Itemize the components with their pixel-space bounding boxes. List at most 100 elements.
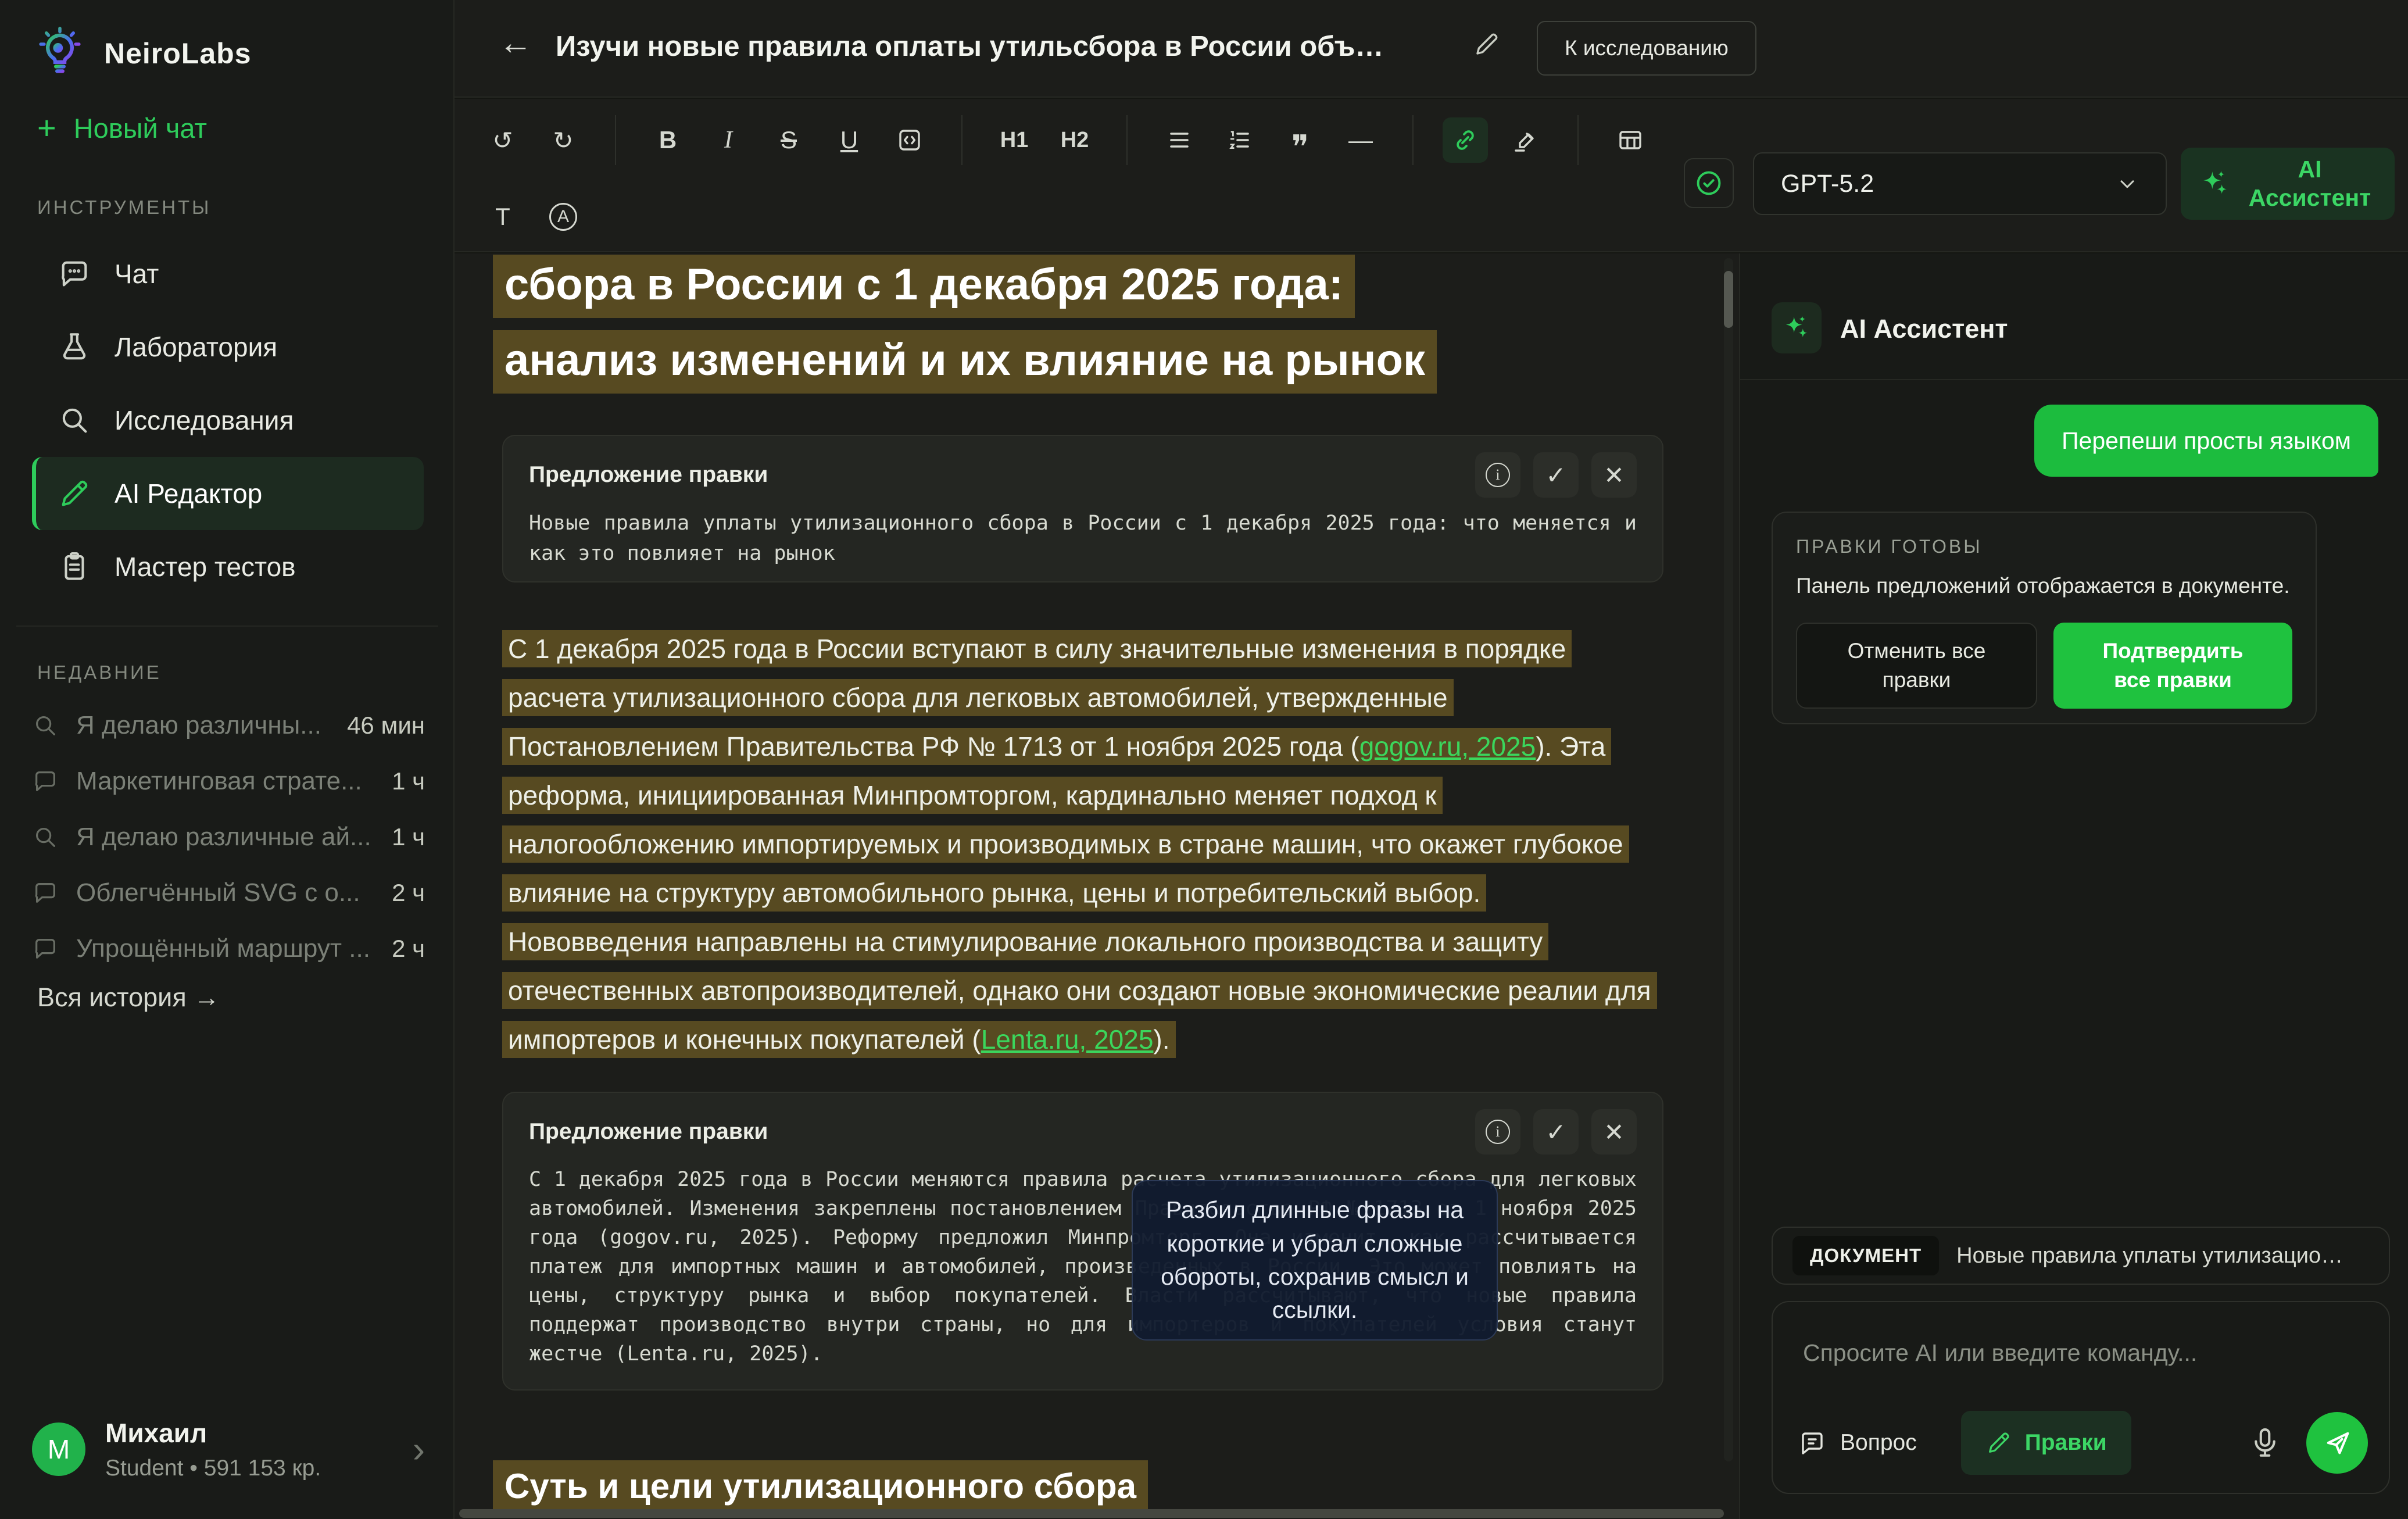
highlighter-button[interactable] [1503,117,1548,163]
sidebar-divider [16,626,438,627]
clipboard-icon [58,550,91,584]
recent-item[interactable]: Я делаю различные ай... 1 ч [32,809,425,865]
all-history-link[interactable]: Вся история → [37,982,220,1013]
spellcheck-toggle-button[interactable] [1684,158,1734,208]
document-h1-line2: анализ изменений и их влияние на рынок [493,330,1437,394]
horizontal-rule-button[interactable]: — [1338,117,1383,163]
cancel-all-edits-button[interactable]: Отменить все правки [1796,623,2037,709]
code-block-button[interactable] [887,117,932,163]
brand-name: NeiroLabs [104,37,252,70]
accept-suggestion-button[interactable]: ✓ [1533,452,1579,498]
document-context-row[interactable]: ДОКУМЕНТ Новые правила уплаты утилизацио… [1772,1227,2390,1285]
brand: NeiroLabs [32,26,252,81]
lightbulb-logo-icon [32,26,88,81]
back-button[interactable]: ← [499,23,532,62]
suggestion-tooltip: Разбил длинные фразы на короткие и убрал… [1132,1180,1498,1341]
recent-item-time: 2 ч [392,879,425,907]
reject-suggestion-button[interactable]: ✕ [1591,452,1637,498]
recent-item[interactable]: Маркетинговая страте... 1 ч [32,753,425,809]
user-profile[interactable]: M Михаил Student • 591 153 кр. › [32,1417,425,1481]
edits-mode-button[interactable]: Правки [1961,1411,2131,1475]
sparkles-icon [1772,302,1822,353]
reject-suggestion-button[interactable]: ✕ [1591,1109,1637,1155]
chat-icon [58,257,91,291]
info-button[interactable]: i [1475,452,1520,498]
strikethrough-button[interactable]: S [766,117,811,163]
sidebar-item-label: Лаборатория [115,331,277,363]
recent-item-time: 2 ч [392,935,425,963]
circled-a-button[interactable]: A [541,194,586,240]
recent-section-label: НЕДАВНИЕ [37,662,162,684]
redo-button[interactable]: ↻ [541,117,586,163]
sidebar-item-ai-editor[interactable]: AI Редактор [32,457,424,530]
suggestion-text: Новые правила уплаты утилизационного сбо… [529,508,1637,569]
tools-nav: Чат Лаборатория Исследования [32,237,424,603]
document-context-title: Новые правила уплаты утилизацио… [1956,1243,2343,1268]
ordered-list-button[interactable] [1217,117,1262,163]
to-research-button[interactable]: К исследованию [1537,21,1756,76]
undo-button[interactable]: ↺ [480,117,525,163]
accept-suggestion-button[interactable]: ✓ [1533,1109,1579,1155]
toolbar-divider [1412,115,1414,165]
blockquote-button[interactable]: ❞ [1278,117,1323,163]
model-select[interactable]: GPT-5.2 [1753,152,2167,215]
user-name: Михаил [105,1417,321,1449]
editor-toolbar: ↺ ↻ B I S U H1 H2 ❞ — [455,99,2408,252]
table-button[interactable] [1608,117,1653,163]
confirm-all-edits-button[interactable]: Подтвердить все правки [2053,623,2292,709]
sidebar-item-test-master[interactable]: Мастер тестов [32,530,424,603]
heading1-button[interactable]: H1 [992,117,1037,163]
suggestion-card-actions: i ✓ ✕ [1475,1109,1637,1155]
assistant-input-container[interactable]: Спросите AI или введите команду... Вопро… [1772,1301,2390,1494]
horizontal-scrollbar[interactable] [459,1509,1724,1518]
sparkles-icon [2199,167,2231,200]
app-root: NeiroLabs + Новый чат ИНСТРУМЕНТЫ Чат [0,0,2408,1519]
bullet-list-button[interactable] [1157,117,1202,163]
recent-item-label: Маркетинговая страте... [76,767,374,796]
italic-button[interactable]: I [706,117,751,163]
source-link-gogov[interactable]: gogov.ru, 2025 [1359,731,1536,762]
microphone-button[interactable] [2248,1426,2282,1460]
suggestion-card-header: Предложение правки i ✓ ✕ [529,1109,1637,1155]
info-button[interactable]: i [1475,1109,1520,1155]
recent-item-time: 1 ч [392,767,425,795]
recent-item[interactable]: Упрощённый маршрут ... 2 ч [32,921,425,977]
recent-item-time: 46 мин [347,712,425,739]
question-mode-button[interactable]: Вопрос [1798,1429,1917,1457]
sidebar-item-chat[interactable]: Чат [32,237,424,310]
edits-ready-actions: Отменить все правки Подтвердить все прав… [1796,623,2292,709]
source-link-lenta[interactable]: Lenta.ru, 2025 [981,1024,1154,1055]
search-icon [32,712,59,739]
recent-item[interactable]: Облегчённый SVG с о... 2 ч [32,865,425,921]
sidebar-item-research[interactable]: Исследования [32,384,424,457]
sidebar-item-label: AI Редактор [115,478,262,509]
link-button[interactable] [1443,117,1488,163]
new-chat-label: Новый чат [74,112,207,144]
vertical-scrollbar-track[interactable] [1724,258,1733,1461]
underline-button[interactable]: U [826,117,872,163]
sidebar-item-lab[interactable]: Лаборатория [32,310,424,384]
vertical-scrollbar-thumb[interactable] [1724,271,1733,328]
tools-section-label: ИНСТРУМЕНТЫ [37,196,211,219]
toolbar-row-2: T A [480,194,586,240]
ai-assistant-button[interactable]: AI Ассистент [2181,148,2395,220]
chevron-down-icon [2116,172,2139,195]
text-color-button[interactable]: T [480,194,525,240]
suggestion-card-header: Предложение правки i ✓ ✕ [529,452,1637,498]
document-editor[interactable]: сбора в России с 1 декабря 2025 года: ан… [455,253,1739,1519]
bold-button[interactable]: B [645,117,690,163]
recent-item-time: 1 ч [392,823,425,851]
recent-item[interactable]: Я делаю различны... 46 мин [32,698,425,753]
toolbar-divider [615,115,616,165]
suggestion-card-title: Предложение правки [529,462,768,488]
chevron-right-icon: › [413,1431,425,1468]
heading2-button[interactable]: H2 [1052,117,1097,163]
user-meta: Student • 591 153 кр. [105,1456,321,1481]
ai-assistant-button-label: AI Ассистент [2243,155,2377,212]
new-chat-button[interactable]: + Новый чат [37,112,207,144]
suggestion-card: Предложение правки i ✓ ✕ Новые правила у… [502,435,1663,582]
edit-title-icon[interactable] [1473,30,1501,58]
sidebar-item-label: Исследования [115,405,294,436]
recent-item-label: Я делаю различные ай... [76,823,374,852]
send-button[interactable] [2306,1412,2368,1474]
